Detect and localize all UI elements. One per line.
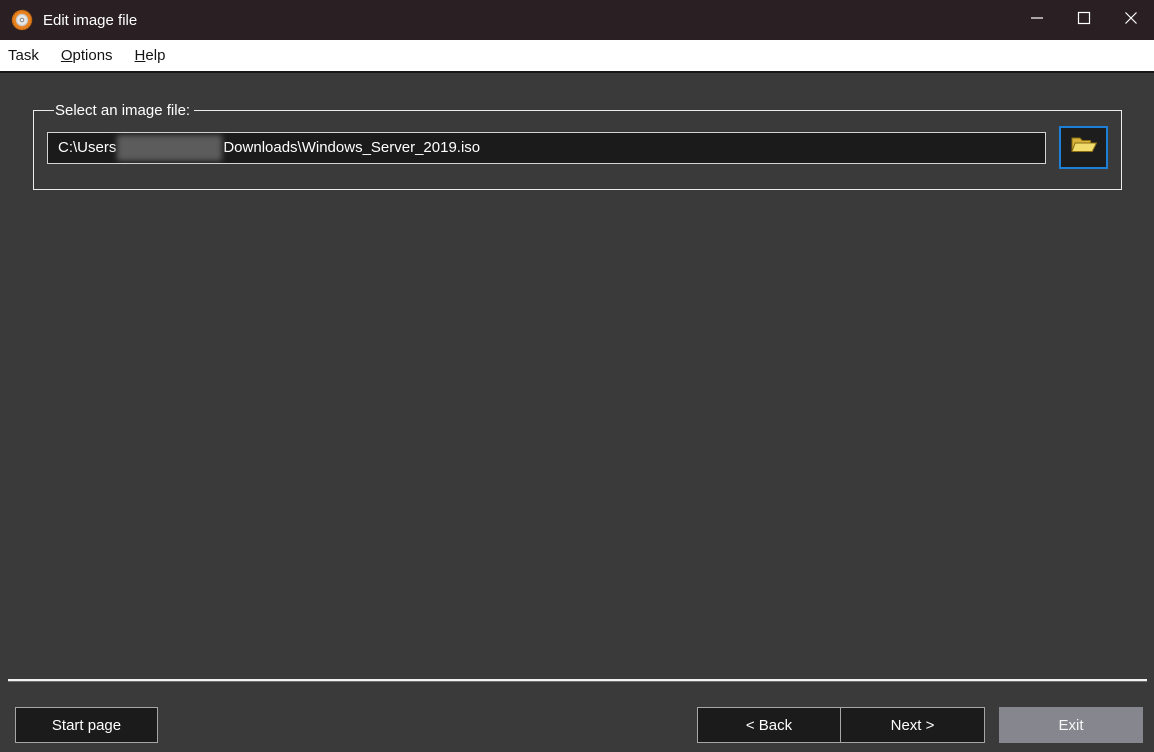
menu-options[interactable]: Options (61, 40, 113, 71)
image-file-groupbox: Select an image file: C:\Users Downloads… (33, 102, 1122, 190)
maximize-icon (1077, 11, 1091, 30)
back-button[interactable]: < Back (697, 707, 841, 743)
window-title: Edit image file (43, 11, 138, 29)
open-folder-icon (1070, 134, 1098, 161)
redacted-username (117, 134, 223, 161)
start-page-label: Start page (51, 716, 122, 734)
exit-label: Exit (1058, 716, 1084, 734)
exit-button[interactable]: Exit (999, 707, 1143, 743)
menu-help-label: Help (134, 47, 166, 64)
next-button[interactable]: Next > (840, 707, 985, 743)
browse-button[interactable] (1059, 126, 1108, 169)
start-page-button[interactable]: Start page (15, 707, 158, 743)
file-path-prefix: C:\Users (58, 139, 117, 156)
titlebar: Edit image file (0, 0, 1154, 40)
groupbox-label: Select an image file: (55, 102, 191, 119)
menu-options-label: Options (60, 47, 113, 64)
menu-task[interactable]: Task (8, 40, 39, 71)
close-button[interactable] (1107, 0, 1154, 40)
close-icon (1124, 11, 1138, 30)
disc-icon (11, 9, 33, 31)
next-label: Next > (890, 716, 935, 734)
window-controls (1013, 0, 1154, 40)
file-path-suffix: Downloads\Windows_Server_2019.iso (223, 139, 481, 156)
menubar: Task Options Help (0, 40, 1154, 73)
footer-separator (8, 679, 1147, 682)
menu-task-label: Task (8, 47, 39, 64)
file-path-row: C:\Users Downloads\Windows_Server_2019.i… (47, 126, 1108, 169)
file-path-field[interactable]: C:\Users Downloads\Windows_Server_2019.i… (47, 131, 1046, 164)
menu-help[interactable]: Help (135, 40, 166, 71)
maximize-button[interactable] (1060, 0, 1107, 40)
minimize-button[interactable] (1013, 0, 1060, 40)
back-label: < Back (745, 716, 793, 734)
minimize-icon (1030, 11, 1044, 30)
